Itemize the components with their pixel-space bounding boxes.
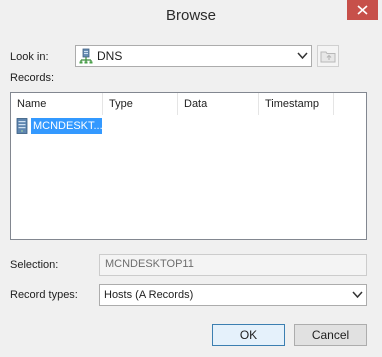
look-in-dropdown[interactable]: DNS	[75, 45, 312, 67]
record-types-label: Record types:	[10, 289, 78, 301]
selection-label: Selection:	[10, 259, 59, 271]
record-types-value: Hosts (A Records)	[104, 289, 194, 301]
look-in-label: Look in:	[10, 51, 49, 63]
records-label: Records:	[10, 72, 55, 84]
cancel-button[interactable]: Cancel	[294, 324, 367, 346]
close-icon	[357, 5, 368, 15]
selection-value: MCNDESKTOP11	[105, 258, 194, 270]
record-types-dropdown[interactable]: Hosts (A Records)	[99, 284, 367, 306]
up-folder-button[interactable]	[317, 45, 339, 67]
selection-field: MCNDESKTOP11	[99, 254, 367, 276]
dns-server-icon	[79, 48, 93, 64]
ok-button[interactable]: OK	[212, 324, 285, 346]
record-name[interactable]: MCNDESKT...	[31, 118, 102, 134]
records-list[interactable]: Name Type Data Timestamp MCNDESKT...	[10, 92, 367, 240]
chevron-down-icon	[352, 289, 363, 304]
table-row[interactable]: MCNDESKT...	[15, 118, 103, 134]
look-in-value: DNS	[97, 49, 123, 63]
column-header-name[interactable]: Name	[11, 93, 103, 115]
column-header-data[interactable]: Data	[178, 93, 259, 115]
server-icon	[16, 118, 28, 134]
column-header-type[interactable]: Type	[103, 93, 178, 115]
chevron-down-icon	[297, 50, 308, 65]
window-title: Browse	[165, 7, 217, 24]
column-header-timestamp[interactable]: Timestamp	[259, 93, 334, 115]
close-button[interactable]	[347, 0, 378, 20]
up-folder-icon	[320, 51, 336, 63]
